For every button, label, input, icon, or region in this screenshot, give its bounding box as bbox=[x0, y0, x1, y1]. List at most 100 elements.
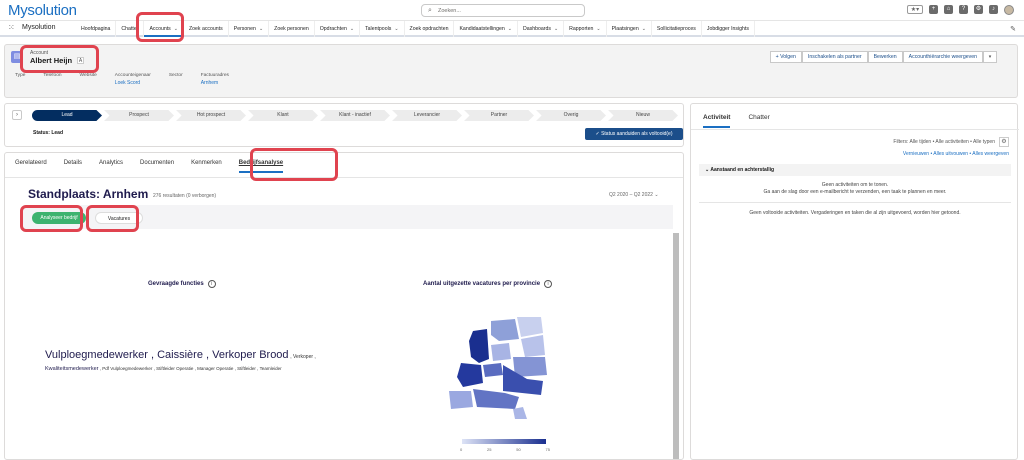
tab-bedrijfsanalyse[interactable]: Bedrijfsanalyse bbox=[238, 160, 284, 173]
nav-item-plaatsingen[interactable]: Plaatsingen ⌄ bbox=[607, 21, 652, 37]
activity-filter-links[interactable]: Vernieuwen • Alles uitvouwen • Alles wee… bbox=[903, 151, 1009, 157]
tab-activity[interactable]: Activiteit bbox=[703, 114, 731, 128]
nav-item-talentpools[interactable]: Talentpools ⌄ bbox=[360, 21, 405, 37]
nav-item-label: Talentpools bbox=[365, 26, 392, 32]
edit-nav-pencil-icon[interactable]: ✎ bbox=[1010, 25, 1016, 33]
app-name: Mysolution bbox=[22, 24, 56, 31]
chevron-down-icon[interactable]: ⌄ bbox=[350, 26, 354, 32]
vacancies-tab[interactable]: Vacatures bbox=[95, 212, 143, 224]
chevron-down-icon[interactable]: ⌄ bbox=[508, 26, 512, 32]
nav-item-zoek-accounts[interactable]: Zoek accounts bbox=[184, 21, 229, 37]
chevron-down-icon[interactable]: ⌄ bbox=[259, 26, 263, 32]
path-step[interactable]: Nieuw bbox=[608, 110, 678, 121]
cloud-mid-functions: , Verkoper , bbox=[290, 354, 316, 360]
search-placeholder: Zoeken... bbox=[438, 8, 461, 14]
filter-settings-gear-icon[interactable]: ⚙ bbox=[999, 137, 1009, 147]
upcoming-section-header[interactable]: ⌄ Aanstaand en achterstallig bbox=[699, 164, 1011, 176]
nav-item-kandidaatstellingen[interactable]: Kandidaatstellingen ⌄ bbox=[454, 21, 518, 37]
nav-item-label: Sollicitatieproces bbox=[656, 26, 696, 32]
search-input[interactable]: ⌕ Zoeken... bbox=[421, 4, 585, 17]
nav-item-sollicitatieproces[interactable]: Sollicitatieproces bbox=[652, 21, 702, 37]
analyse-company-tab[interactable]: Analyseer bedrijf bbox=[32, 212, 86, 224]
nav-item-zoek-opdrachten[interactable]: Zoek opdrachten bbox=[405, 21, 455, 37]
cloud-top-functions: Vulploegmedewerker , Caissière , Verkope… bbox=[45, 349, 289, 361]
period-selector[interactable]: Q2 2020 – Q2 2022 ⌄ bbox=[609, 192, 659, 198]
more-actions-dropdown-icon[interactable]: ▾ bbox=[983, 51, 997, 63]
path-step[interactable]: Klant bbox=[248, 110, 318, 121]
province-flevoland bbox=[491, 343, 511, 361]
chevron-down-icon[interactable]: ⌄ bbox=[174, 26, 178, 32]
edit-button[interactable]: Bewerken bbox=[867, 51, 903, 63]
owner-link[interactable]: Loek Scord bbox=[115, 80, 151, 86]
tab-documenten[interactable]: Documenten bbox=[140, 160, 174, 173]
nav-item-hoofdpagina[interactable]: Hoofdpagina bbox=[76, 21, 117, 37]
app-launcher-icon[interactable]: ⁙ bbox=[8, 24, 16, 32]
province-utrecht bbox=[483, 363, 503, 377]
favorites-star-icon[interactable]: ★▾ bbox=[907, 5, 923, 14]
chevron-down-icon[interactable]: ⌄ bbox=[554, 26, 558, 32]
nav-item-personen[interactable]: Personen ⌄ bbox=[229, 21, 270, 37]
functions-heading-text: Gevraagde functies bbox=[148, 281, 204, 287]
tab-chatter[interactable]: Chatter bbox=[748, 114, 769, 128]
user-avatar[interactable] bbox=[1004, 5, 1014, 15]
tab-details[interactable]: Details bbox=[64, 160, 82, 173]
analysis-title: Standplaats: Arnhem bbox=[28, 187, 149, 201]
chevron-down-icon[interactable]: ⌄ bbox=[642, 26, 646, 32]
enable-partner-button[interactable]: Inschakelen als partner bbox=[801, 51, 868, 63]
nav-item-jobdigger-insights[interactable]: Jobdigger Insights bbox=[702, 21, 755, 37]
nav-item-dashboards[interactable]: Dashboards ⌄ bbox=[518, 21, 565, 37]
nav-item-label: Hoofdpagina bbox=[81, 26, 111, 32]
nav-item-zoek-personen[interactable]: Zoek personen bbox=[269, 21, 315, 37]
tab-analytics[interactable]: Analytics bbox=[99, 160, 123, 173]
add-icon[interactable]: + bbox=[929, 5, 938, 14]
info-icon[interactable]: i bbox=[544, 280, 553, 288]
nav-item-label: Kandidaatstellingen bbox=[459, 26, 505, 32]
path-step[interactable]: Leverancier bbox=[392, 110, 462, 121]
content-scrollbar[interactable] bbox=[673, 233, 679, 459]
settings-gear-icon[interactable]: ⚙ bbox=[974, 5, 983, 14]
nav-item-opdrachten[interactable]: Opdrachten ⌄ bbox=[315, 21, 361, 37]
cloud-functions-rest: , Pdf Vulploegmedewerker , Stiftleider O… bbox=[99, 366, 282, 371]
province-friesland bbox=[491, 319, 519, 341]
map-legend-gradient bbox=[462, 439, 546, 444]
empty-activities-hint: Ga aan de slag door een e-mailbericht te… bbox=[763, 189, 947, 195]
path-step[interactable]: Prospect bbox=[104, 110, 174, 121]
nav-item-label: Chatter bbox=[121, 26, 139, 32]
info-icon[interactable]: i bbox=[207, 280, 216, 288]
no-past-activities: Geen voltooide activiteiten. Vergadering… bbox=[749, 210, 961, 216]
nav-item-rapporten[interactable]: Rapporten ⌄ bbox=[564, 21, 607, 37]
path-step[interactable]: Lead bbox=[32, 110, 102, 121]
trailhead-icon[interactable]: ⌂ bbox=[944, 5, 953, 14]
record-header: ▤ Account Albert Heijn A + Volgen Inscha… bbox=[4, 44, 1018, 98]
account-class-badge: A bbox=[77, 57, 84, 64]
empty-activities-title: Geen activiteiten om te tonen. bbox=[821, 182, 889, 188]
app-logo[interactable]: Mysolution bbox=[8, 2, 77, 19]
view-hierarchy-button[interactable]: Accounthiërarchie weergeven bbox=[902, 51, 983, 63]
mark-status-complete-button[interactable]: ✓ Status aanduiden als voltooid(e) bbox=[585, 128, 683, 140]
follow-button[interactable]: + Volgen bbox=[769, 51, 802, 63]
field-owner: Accounteigenaar Loek Scord bbox=[115, 73, 151, 86]
nav-items: Hoofdpagina Chatter Accounts ⌄ Zoek accounts… bbox=[76, 21, 755, 37]
path-toggle-chevron-icon[interactable]: › bbox=[12, 110, 22, 120]
chevron-down-icon[interactable]: ⌄ bbox=[394, 26, 398, 32]
chevron-down-icon[interactable]: ⌄ bbox=[596, 26, 600, 32]
billing-address-link[interactable]: Arnhem bbox=[201, 80, 229, 86]
nav-item-accounts[interactable]: Accounts ⌄ bbox=[144, 21, 184, 37]
nav-item-label: Zoek opdrachten bbox=[409, 26, 449, 32]
tab-kenmerken[interactable]: Kenmerken bbox=[191, 160, 222, 173]
field-website: Website bbox=[80, 73, 97, 86]
tab-gerelateerd[interactable]: Gerelateerd bbox=[15, 160, 47, 173]
path-step[interactable]: Overig bbox=[536, 110, 606, 121]
search-icon: ⌕ bbox=[428, 7, 432, 14]
map-heading-text: Aantal uitgezette vacatures per provinci… bbox=[423, 281, 541, 287]
field-label: Website bbox=[79, 73, 97, 78]
field-phone: Telefoon bbox=[43, 73, 61, 86]
path-step[interactable]: Hot prospect bbox=[176, 110, 246, 121]
notifications-bell-icon[interactable]: ♪ bbox=[989, 5, 998, 14]
path-step[interactable]: Klant - inactief bbox=[320, 110, 390, 121]
path-step[interactable]: Partner bbox=[464, 110, 534, 121]
analysis-subtabs: Analyseer bedrijf Vacatures bbox=[23, 205, 673, 229]
help-icon[interactable]: ? bbox=[959, 5, 968, 14]
nav-item-label: Plaatsingen bbox=[611, 26, 639, 32]
nav-item-chatter[interactable]: Chatter bbox=[116, 21, 145, 37]
